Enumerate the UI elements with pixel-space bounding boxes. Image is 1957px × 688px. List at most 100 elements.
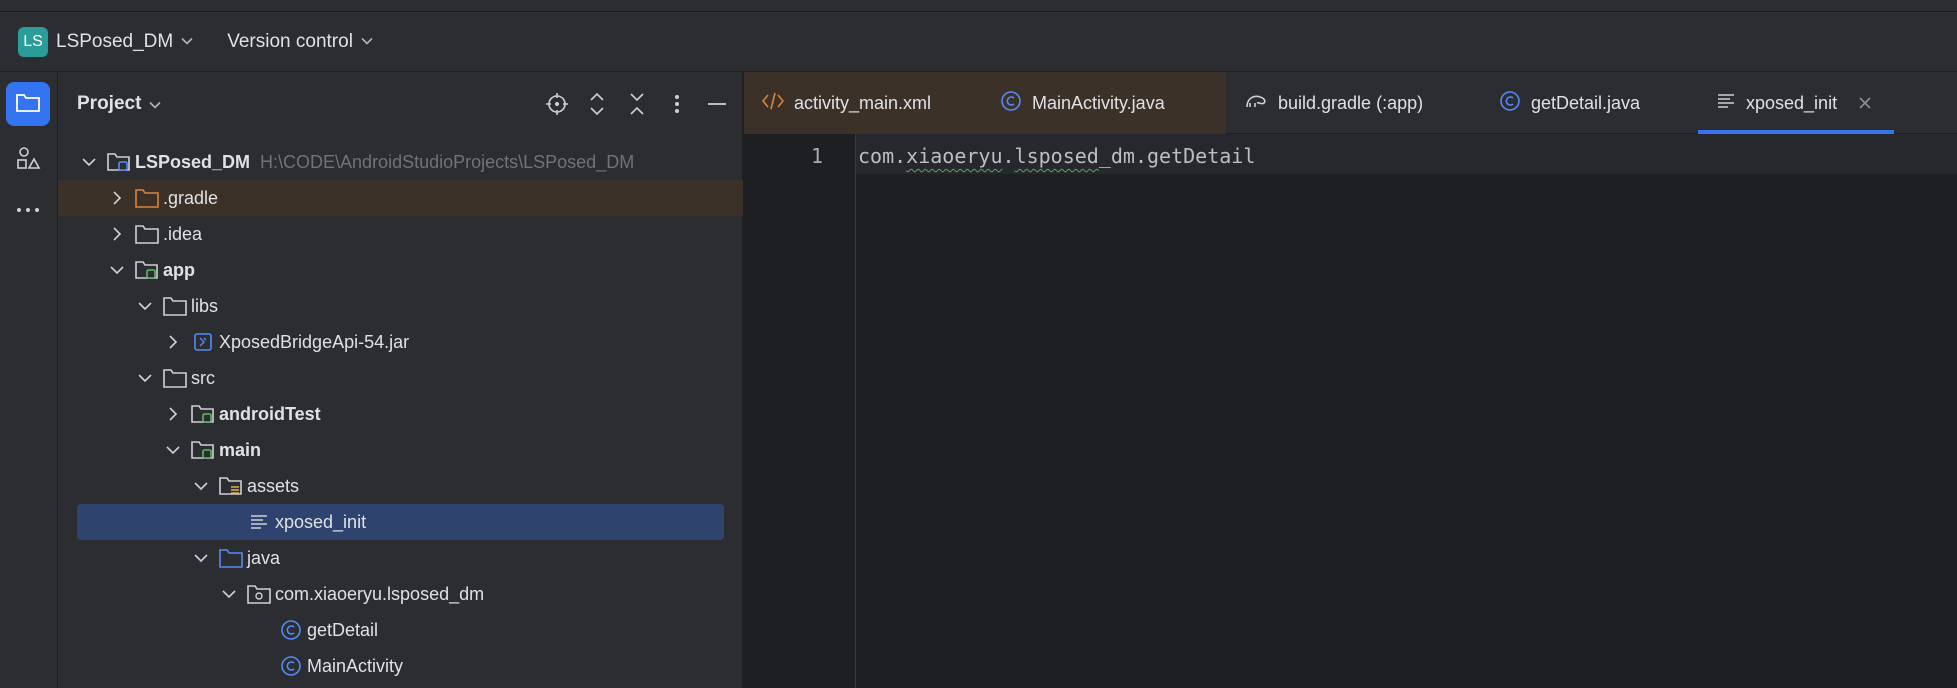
- jar-icon: [191, 330, 215, 354]
- chevron-down-icon[interactable]: [135, 368, 155, 388]
- folder-icon: [135, 222, 159, 246]
- more-icon: [15, 198, 41, 219]
- tab-getdetail-java[interactable]: getDetail.java: [1481, 72, 1689, 134]
- resource-folder-icon: [219, 474, 243, 498]
- code-line[interactable]: com.xiaoeryu.lsposed_dm.getDetail: [858, 144, 1255, 168]
- tab-xposed-init[interactable]: xposed_init: [1698, 72, 1894, 134]
- collapse-all-icon[interactable]: [623, 88, 651, 120]
- code-segment: com.: [858, 144, 907, 168]
- tab-label: activity_main.xml: [794, 92, 932, 113]
- chevron-right-icon[interactable]: [107, 188, 127, 208]
- tree-node-label: XposedBridgeApi-54.jar: [219, 331, 410, 352]
- chevron-right-icon[interactable]: [107, 224, 127, 244]
- chevron-down-icon[interactable]: [149, 97, 161, 112]
- editor-area: activity_main.xml MainActivity.java buil…: [744, 72, 1957, 688]
- version-control-menu[interactable]: Version control: [227, 31, 373, 53]
- code-segment-typo: xiaoeryu: [906, 144, 1003, 168]
- tab-label: getDetail.java: [1531, 92, 1641, 113]
- tab-label: MainActivity.java: [1032, 92, 1165, 113]
- options-icon[interactable]: [663, 88, 691, 120]
- tree-node-label: MainActivity: [307, 655, 404, 676]
- close-icon[interactable]: [1859, 93, 1871, 114]
- more-tools-button[interactable]: [6, 186, 50, 230]
- expand-all-icon[interactable]: [583, 88, 611, 120]
- tree-node-label: com.xiaoeryu.lsposed_dm: [275, 583, 485, 604]
- tab-label: xposed_init: [1746, 92, 1838, 113]
- chevron-down-icon[interactable]: [107, 260, 127, 280]
- title-bar: LS LSPosed_DM Version control: [0, 12, 1957, 72]
- tree-node-xposed-init[interactable]: xposed_init: [77, 504, 724, 540]
- tree-node-label: java: [247, 547, 281, 568]
- structure-icon: [15, 145, 41, 176]
- code-segment-typo: lsposed: [1014, 144, 1099, 168]
- module-folder-icon: [135, 258, 159, 282]
- tree-node-assets[interactable]: assets: [58, 468, 743, 504]
- chevron-down-icon: [361, 33, 373, 48]
- tree-node-idea[interactable]: .idea: [58, 216, 743, 252]
- project-path: H:\CODE\AndroidStudioProjects\LSPosed_DM: [260, 151, 635, 172]
- tree-node-package[interactable]: com.xiaoeryu.lsposed_dm: [58, 576, 743, 612]
- project-name: LSPosed_DM: [56, 30, 174, 52]
- package-icon: [247, 582, 271, 606]
- module-folder-icon: [191, 402, 215, 426]
- version-control-label: Version control: [227, 30, 353, 52]
- line-number: 1: [810, 144, 823, 168]
- module-folder-icon: [107, 150, 131, 174]
- folder-icon: [15, 91, 41, 118]
- chevron-down-icon[interactable]: [191, 548, 211, 568]
- window-top-strip: [0, 0, 1957, 12]
- structure-tool-button[interactable]: [6, 138, 50, 182]
- tool-window-strip: [0, 72, 58, 688]
- project-panel-actions: [543, 88, 731, 120]
- project-switcher[interactable]: LS LSPosed_DM: [18, 26, 193, 57]
- tab-build-gradle[interactable]: build.gradle (:app): [1226, 72, 1471, 134]
- tree-node-label: libs: [191, 295, 219, 316]
- project-panel-title[interactable]: Project: [77, 93, 141, 115]
- gradle-icon: [1244, 92, 1268, 115]
- hide-icon[interactable]: [703, 88, 731, 120]
- project-tool-button[interactable]: [6, 82, 50, 126]
- code-segment: .: [1002, 144, 1015, 168]
- folder-icon: [135, 186, 159, 210]
- tree-node-mainactivity[interactable]: MainActivity: [58, 648, 743, 684]
- code-segment: _dm.getDetail: [1098, 144, 1256, 168]
- tree-node-label: main: [219, 439, 262, 460]
- chevron-down-icon: [181, 33, 193, 48]
- tree-node-libs[interactable]: libs: [58, 288, 743, 324]
- module-folder-icon: [191, 438, 215, 462]
- chevron-down-icon[interactable]: [219, 584, 239, 604]
- tree-node-main[interactable]: main: [58, 432, 743, 468]
- chevron-down-icon[interactable]: [135, 296, 155, 316]
- tree-node-label: androidTest: [219, 403, 321, 424]
- editor-tab-bar: activity_main.xml MainActivity.java buil…: [744, 72, 1957, 134]
- chevron-right-icon[interactable]: [163, 404, 183, 424]
- locate-icon[interactable]: [543, 88, 571, 120]
- chevron-down-icon[interactable]: [191, 476, 211, 496]
- tab-activity-main-xml[interactable]: activity_main.xml: [744, 72, 982, 134]
- tab-label: build.gradle (:app): [1278, 92, 1424, 113]
- tree-node-label: src: [191, 367, 215, 388]
- project-panel-header: Project: [58, 72, 743, 136]
- chevron-down-icon[interactable]: [79, 152, 99, 172]
- chevron-right-icon[interactable]: [163, 332, 183, 352]
- tree-node-androidtest[interactable]: androidTest: [58, 396, 743, 432]
- text-file-icon: [1716, 92, 1736, 115]
- tree-node-getdetail[interactable]: getDetail: [58, 612, 743, 648]
- tree-node-label: app: [163, 259, 196, 280]
- tree-node-java[interactable]: java: [58, 540, 743, 576]
- tree-node-label: .gradle: [163, 187, 219, 208]
- tree-node-src[interactable]: src: [58, 360, 743, 396]
- tree-node-app[interactable]: app: [58, 252, 743, 288]
- line-number-gutter: 1: [744, 134, 856, 688]
- chevron-down-icon[interactable]: [163, 440, 183, 460]
- tree-node-gradle[interactable]: .gradle: [58, 180, 743, 216]
- tree-node-label: .idea: [163, 223, 203, 244]
- tab-mainactivity-java[interactable]: MainActivity.java: [982, 72, 1226, 134]
- tree-node-root[interactable]: LSPosed_DM H:\CODE\AndroidStudioProjects…: [58, 144, 743, 180]
- java-class-icon: [1499, 90, 1521, 117]
- tree-node-jar[interactable]: XposedBridgeApi-54.jar: [58, 324, 743, 360]
- project-panel: Project LSPosed_DM H:\CODE\AndroidStudio…: [58, 72, 743, 688]
- folder-icon: [163, 294, 187, 318]
- source-folder-icon: [219, 546, 243, 570]
- xml-icon: [761, 92, 785, 115]
